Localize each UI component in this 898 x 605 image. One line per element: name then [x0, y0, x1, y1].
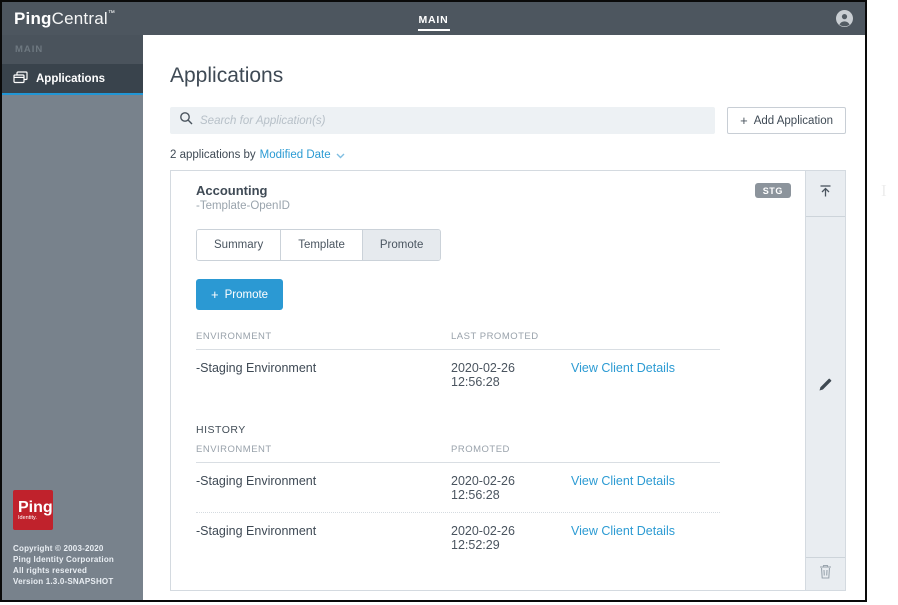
screen: PingCentral™ MAIN MAIN [0, 0, 898, 605]
column-header-environment: ENVIRONMENT [196, 444, 451, 455]
promoted-timestamp: 2020-02-26 12:56:28 [451, 361, 563, 389]
user-avatar-icon[interactable] [836, 10, 853, 27]
brand-bold: Ping [14, 9, 52, 28]
sort-row: 2 applications by Modified Date [170, 149, 846, 161]
application-card-accounting: Accounting -Template-OpenID STG Summary … [170, 170, 846, 591]
trademark-symbol: ™ [108, 10, 115, 17]
table-header-row: ENVIRONMENT LAST PROMOTED [196, 331, 720, 350]
card-action-rail [805, 171, 845, 590]
collapse-card-button[interactable] [806, 171, 845, 217]
sidebar-item-label: Applications [36, 73, 105, 85]
promote-label: Promote [225, 289, 268, 301]
ping-logo-text: Ping [18, 500, 53, 515]
top-header-bar: PingCentral™ MAIN [2, 2, 865, 35]
sidebar: MAIN Applications Ping Ide [2, 35, 143, 600]
applications-icon [13, 71, 28, 87]
search-box[interactable] [170, 107, 715, 134]
card-tab-group: Summary Template Promote [196, 229, 441, 261]
plus-icon: + [211, 287, 219, 302]
table-header-row: ENVIRONMENT PROMOTED [196, 444, 720, 463]
chevron-down-icon[interactable] [336, 150, 345, 162]
tab-template[interactable]: Template [281, 230, 363, 260]
search-row: + Add Application [170, 107, 846, 134]
history-section-label: HISTORY [196, 424, 791, 436]
trash-icon [819, 564, 832, 584]
current-environment-table: ENVIRONMENT LAST PROMOTED -Staging Envir… [196, 331, 720, 399]
card-main: Accounting -Template-OpenID STG Summary … [171, 171, 805, 590]
promote-button[interactable]: + Promote [196, 279, 283, 310]
table-row: -Staging Environment 2020-02-26 12:52:29… [196, 512, 720, 562]
ping-identity-logo: Ping Identity. [13, 490, 53, 530]
table-row: -Staging Environment 2020-02-26 12:56:28… [196, 463, 720, 512]
sidebar-item-applications[interactable]: Applications [2, 64, 143, 95]
version-line: Version 1.3.0-SNAPSHOT [13, 576, 143, 587]
promoted-timestamp: 2020-02-26 12:52:29 [451, 524, 563, 552]
tab-promote[interactable]: Promote [363, 230, 440, 260]
sidebar-footer: Ping Identity. Copyright © 2003-2020 Pin… [2, 490, 143, 600]
copyright-block: Copyright © 2003-2020 Ping Identity Corp… [13, 543, 143, 587]
text-cursor-artifact: I [881, 181, 892, 201]
sort-by-link[interactable]: Modified Date [260, 149, 331, 161]
collapse-up-icon [818, 184, 833, 204]
search-input[interactable] [200, 115, 706, 127]
environment-name: -Staging Environment [196, 361, 451, 375]
promoted-timestamp: 2020-02-26 12:56:28 [451, 474, 563, 502]
pingcentral-logo: PingCentral™ [14, 9, 115, 29]
sidebar-section-label: MAIN [2, 35, 143, 64]
applications-count-text: 2 applications by [170, 149, 256, 161]
column-header-promoted: PROMOTED [451, 444, 563, 455]
table-row: -Staging Environment 2020-02-26 12:56:28… [196, 350, 720, 399]
copyright-line: Copyright © 2003-2020 [13, 543, 143, 554]
brand-light: Central [52, 9, 108, 28]
copyright-line: Ping Identity Corporation [13, 554, 143, 565]
tab-summary[interactable]: Summary [197, 230, 281, 260]
edit-application-button[interactable] [806, 217, 845, 557]
add-application-button[interactable]: + Add Application [727, 107, 846, 134]
delete-application-button[interactable] [806, 557, 845, 590]
view-client-details-link[interactable]: View Client Details [563, 524, 720, 538]
column-header-last-promoted: LAST PROMOTED [451, 331, 563, 342]
top-nav: MAIN [417, 2, 449, 35]
view-client-details-link[interactable]: View Client Details [563, 361, 720, 375]
ping-logo-subtext: Identity. [18, 515, 53, 521]
environment-badge: STG [755, 183, 791, 198]
application-template: -Template-OpenID [196, 200, 791, 212]
column-header-empty [563, 444, 720, 455]
environment-name: -Staging Environment [196, 524, 451, 538]
sidebar-spacer [2, 95, 143, 490]
column-header-environment: ENVIRONMENT [196, 331, 451, 342]
main-content: Applications + Add Application [143, 35, 865, 600]
history-table: ENVIRONMENT PROMOTED -Staging Environmen… [196, 444, 720, 562]
copyright-line: All rights reserved [13, 565, 143, 576]
pencil-icon [818, 377, 833, 397]
page-title: Applications [170, 64, 846, 88]
column-header-empty [563, 331, 720, 342]
app-window: PingCentral™ MAIN MAIN [0, 0, 867, 602]
application-name: Accounting [196, 183, 791, 198]
environment-name: -Staging Environment [196, 474, 451, 488]
search-icon [179, 111, 193, 130]
plus-icon: + [740, 113, 748, 128]
add-application-label: Add Application [754, 115, 833, 127]
view-client-details-link[interactable]: View Client Details [563, 474, 720, 488]
nav-tab-main[interactable]: MAIN [417, 6, 449, 31]
